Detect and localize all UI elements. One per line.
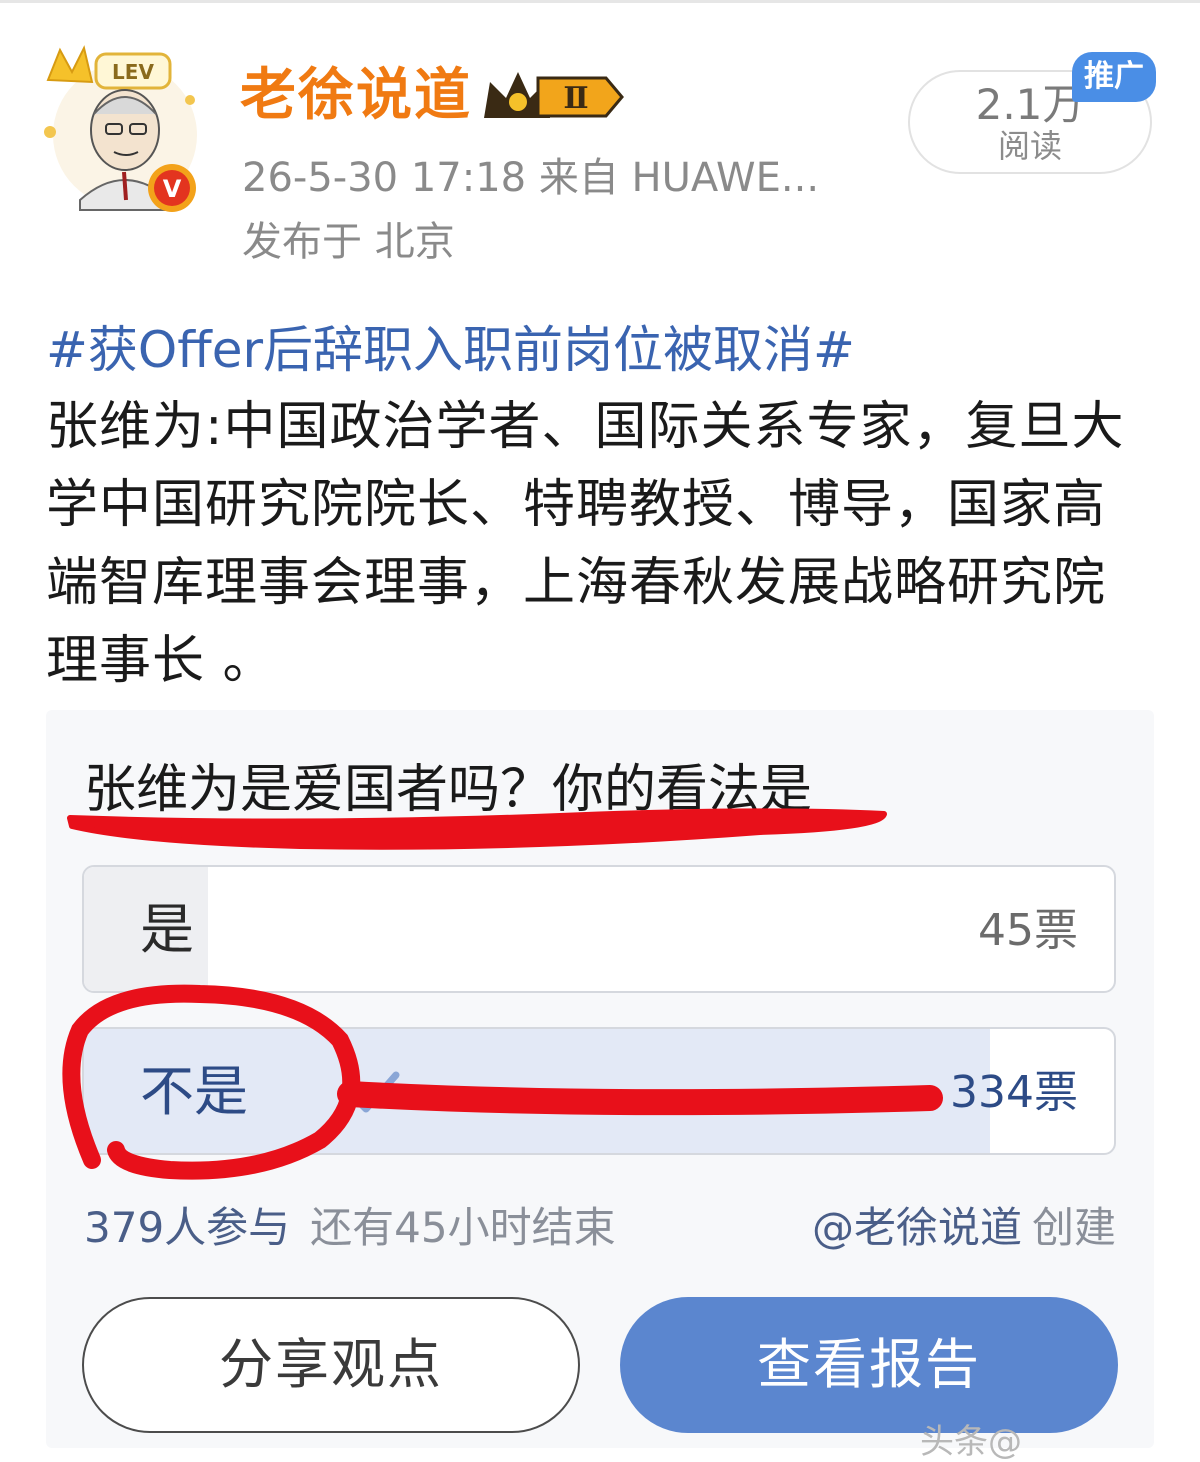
view-report-button[interactable]: 查看报告 [620,1297,1118,1433]
avatar[interactable]: LEV V [40,40,210,220]
watermark-fragment: 头条@ [920,1422,1022,1462]
poll-option-no[interactable]: 不是 334票 [82,1027,1116,1155]
author-name[interactable]: 老徐说道 [240,60,472,132]
poll-option-label: 不是 [140,1060,248,1123]
verified-icon: V [148,164,196,212]
poll-stats: 379人参与 还有45小时结束 [84,1200,616,1256]
top-divider [0,0,1200,3]
poll-creator-name[interactable]: @老徐说道 [812,1203,1022,1252]
vip-level: Ⅱ [563,81,588,116]
svg-text:V: V [163,175,182,203]
poll-option-votes: 334票 [950,1067,1078,1118]
check-icon [348,1071,400,1113]
poll-time-left: 还有45小时结束 [310,1203,616,1252]
poll-question: 张维为是爱国者吗？你的看法是 [84,760,813,820]
reads-label: 阅读 [997,127,1062,165]
poll-option-yes[interactable]: 是 45票 [82,865,1116,993]
post-location: 发布于 北京 [242,219,455,265]
poll-creator: @老徐说道 创建 [812,1200,1116,1256]
post-body: 张维为:中国政治学者、国际关系专家，复旦大学中国研究院院长、特聘教授、博导，国家… [46,397,1125,691]
poll-participants: 379人参与 [84,1203,291,1252]
poll-option-votes: 45票 [978,905,1078,956]
poll-option-label: 是 [140,898,194,961]
avatar-badge-text: LEV [112,60,154,84]
crown-icon[interactable]: Ⅱ [480,66,625,128]
promo-badge: 推广 [1072,52,1156,102]
share-opinion-button[interactable]: 分享观点 [82,1297,580,1433]
poll-creator-suffix: 创建 [1031,1203,1116,1252]
topic-hashtag[interactable]: #获Offer后辞职入职前岗位被取消# [46,318,855,382]
post-meta: 26-5-30 17:18 来自 HUAWE... [242,155,820,201]
